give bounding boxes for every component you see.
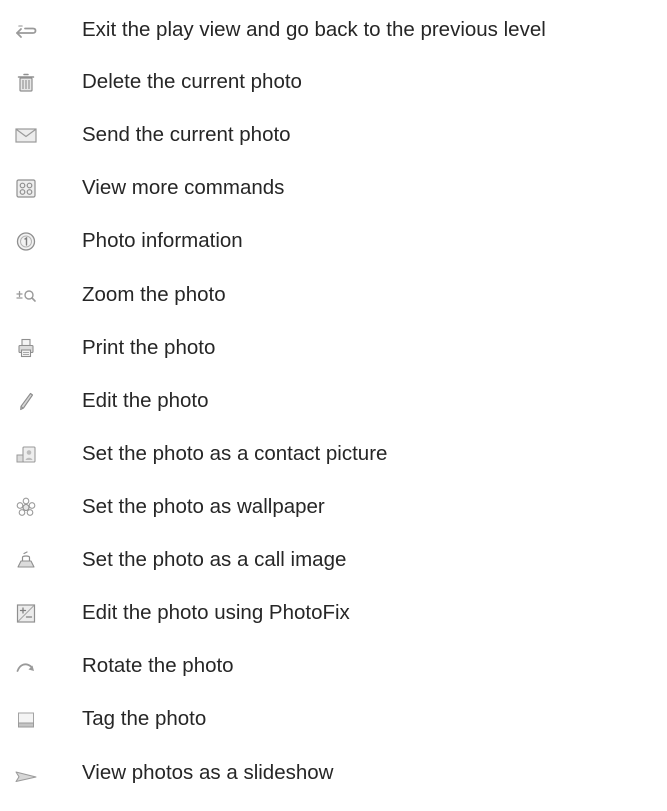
- legend-row-rotate: Rotate the photo: [0, 650, 667, 690]
- legend-row-more: View more commands: [0, 172, 667, 212]
- legend-label: Edit the photo: [82, 389, 209, 412]
- legend-label: Delete the current photo: [82, 70, 302, 93]
- legend-row-print: Print the photo: [0, 332, 667, 372]
- legend-row-call-image: Set the photo as a call image: [0, 544, 667, 584]
- printer-icon: [14, 336, 38, 360]
- legend-label: View photos as a slideshow: [82, 761, 334, 784]
- zoom-icon: [14, 283, 38, 307]
- legend-label: Set the photo as wallpaper: [82, 495, 325, 518]
- wallpaper-icon: [14, 495, 38, 519]
- command-legend: Exit the play view and go back to the pr…: [0, 0, 667, 811]
- rotate-icon: [14, 654, 38, 678]
- info-icon: [14, 229, 38, 253]
- legend-row-slideshow: View photos as a slideshow: [0, 757, 667, 797]
- legend-label: Rotate the photo: [82, 654, 234, 677]
- legend-label: Send the current photo: [82, 123, 291, 146]
- back-arrow-icon: [14, 18, 38, 42]
- legend-label: Zoom the photo: [82, 283, 226, 306]
- legend-label: Set the photo as a call image: [82, 548, 347, 571]
- legend-row-send: Send the current photo: [0, 119, 667, 159]
- legend-label: Tag the photo: [82, 707, 207, 730]
- legend-label: View more commands: [82, 176, 285, 199]
- legend-row-delete: Delete the current photo: [0, 66, 667, 106]
- call-image-icon: [14, 548, 38, 572]
- legend-row-info: Photo information: [0, 225, 667, 265]
- envelope-icon: [14, 123, 38, 147]
- legend-label: Photo information: [82, 229, 243, 252]
- legend-label: Edit the photo using PhotoFix: [82, 601, 350, 624]
- trash-icon: [14, 70, 38, 94]
- pen-icon: [14, 389, 38, 413]
- legend-row-exit: Exit the play view and go back to the pr…: [0, 14, 667, 54]
- legend-label: Exit the play view and go back to the pr…: [82, 18, 546, 41]
- more-commands-icon: [14, 176, 38, 200]
- legend-label: Set the photo as a contact picture: [82, 442, 388, 465]
- legend-row-tag: Tag the photo: [0, 703, 667, 743]
- legend-row-wallpaper: Set the photo as wallpaper: [0, 491, 667, 531]
- contact-picture-icon: [14, 442, 38, 466]
- legend-row-contact-picture: Set the photo as a contact picture: [0, 438, 667, 478]
- legend-row-edit: Edit the photo: [0, 385, 667, 425]
- photofix-icon: [14, 601, 38, 625]
- legend-row-zoom: Zoom the photo: [0, 279, 667, 319]
- legend-row-photofix: Edit the photo using PhotoFix: [0, 597, 667, 637]
- legend-label: Print the photo: [82, 336, 216, 359]
- slideshow-icon: [14, 761, 38, 785]
- tag-icon: [14, 707, 38, 731]
